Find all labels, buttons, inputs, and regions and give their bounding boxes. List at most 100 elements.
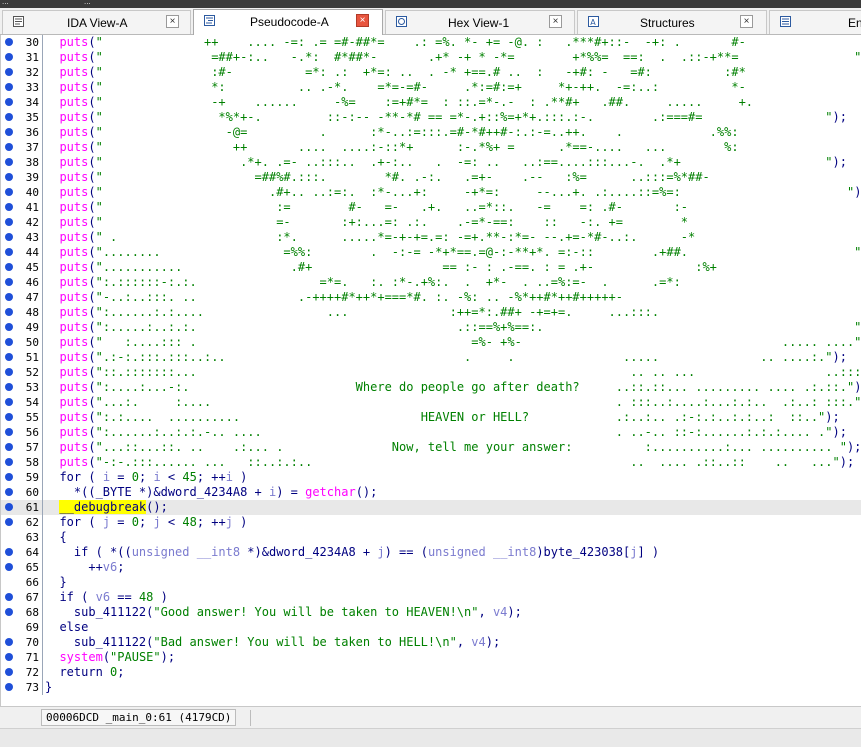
- breakpoint-dot-icon[interactable]: [5, 158, 13, 166]
- breakpoint-dot-icon[interactable]: [5, 548, 13, 556]
- code-line-49[interactable]: 49 puts(":.....:..:.:. .::==%+%==:. ");: [1, 320, 861, 335]
- code-line-72[interactable]: 72 return 0;: [1, 665, 861, 680]
- close-icon[interactable]: ×: [166, 15, 179, 28]
- close-icon[interactable]: ×: [740, 15, 753, 28]
- breakpoint-dot-icon[interactable]: [5, 398, 13, 406]
- code-line-37[interactable]: 37 puts(" ++ .... ....:-::*+ :-.*%+ = .*…: [1, 140, 861, 155]
- code-line-58[interactable]: 58 puts("-:-.:::...... ... ::..:.:.. .. …: [1, 455, 861, 470]
- tab-pseudocode-a[interactable]: Pseudocode-A ×: [193, 9, 383, 35]
- code-line-60[interactable]: 60 *((_BYTE *)&dword_4234A8 + i) = getch…: [1, 485, 861, 500]
- breakpoint-dot-icon[interactable]: [5, 338, 13, 346]
- breakpoint-dot-icon[interactable]: [5, 413, 13, 421]
- code-line-50[interactable]: 50 puts(" :....::: . =%- +%- ..... ...."…: [1, 335, 861, 350]
- code-line-66[interactable]: 66 }: [1, 575, 861, 590]
- code-line-46[interactable]: 46 puts(":.::::::-:.:. =*=. :. :*-.+%:. …: [1, 275, 861, 290]
- code-line-73[interactable]: 73 }: [1, 680, 861, 695]
- code-line-59[interactable]: 59 for ( i = 0; i < 45; ++i ): [1, 470, 861, 485]
- breakpoint-dot-icon[interactable]: [5, 68, 13, 76]
- tab-enums[interactable]: Enu: [769, 10, 861, 34]
- code-line-61[interactable]: 61 __debugbreak();: [1, 500, 861, 515]
- breakpoint-dot-icon[interactable]: [5, 368, 13, 376]
- breakpoint-dot-icon[interactable]: [5, 608, 13, 616]
- code-line-65[interactable]: 65 ++v6;: [1, 560, 861, 575]
- breakpoint-dot-icon[interactable]: [5, 593, 13, 601]
- breakpoint-dot-icon[interactable]: [5, 563, 13, 571]
- breakpoint-dot-icon[interactable]: [5, 683, 13, 691]
- code-line-41[interactable]: 41 puts(" := #- =- .+. ..=*::. -= =: .#-…: [1, 200, 861, 215]
- breakpoint-dot-icon[interactable]: [5, 233, 13, 241]
- code-line-55[interactable]: 55 puts(":.:.... .......... HEAVEN or HE…: [1, 410, 861, 425]
- breakpoint-dot-icon[interactable]: [5, 278, 13, 286]
- breakpoint-dot-icon[interactable]: [5, 428, 13, 436]
- code-line-52[interactable]: 52 puts("::.:::::::... .. .. ... ..::::.…: [1, 365, 861, 380]
- breakpoint-dot-icon[interactable]: [5, 53, 13, 61]
- code-line-67[interactable]: 67 if ( v6 == 48 ): [1, 590, 861, 605]
- code-line-35[interactable]: 35 puts(" *%*+-. ::-:-- -**-*# == =*-.+:…: [1, 110, 861, 125]
- code-line-30[interactable]: 30 puts(" ++ .... -=: .= =#-##*= .: =%. …: [1, 35, 861, 50]
- breakpoint-dot-icon[interactable]: [5, 323, 13, 331]
- code-line-71[interactable]: 71 system("PAUSE");: [1, 650, 861, 665]
- code-line-68[interactable]: 68 sub_411122("Good answer! You will be …: [1, 605, 861, 620]
- breakpoint-dot-icon[interactable]: [5, 98, 13, 106]
- breakpoint-dot-icon[interactable]: [5, 188, 13, 196]
- code-line-42[interactable]: 42 puts(" =- :+:...=: .:. .-=*-==: :: -:…: [1, 215, 861, 230]
- breakpoint-dot-icon[interactable]: [5, 458, 13, 466]
- pseudocode-editor[interactable]: 30 puts(" ++ .... -=: .= =#-##*= .: =%. …: [0, 35, 861, 706]
- close-icon[interactable]: ×: [356, 14, 369, 27]
- breakpoint-dot-icon[interactable]: [5, 128, 13, 136]
- code-line-36[interactable]: 36 puts(" -@= . :*-..:=:::.=#-*#++#-:.:-…: [1, 125, 861, 140]
- code-line-57[interactable]: 57 puts("...::...::. .. .:... . Now, tel…: [1, 440, 861, 455]
- code-line-34[interactable]: 34 puts(" -+ ...... -%= :=+#*= : ::.=*-.…: [1, 95, 861, 110]
- breakpoint-dot-icon[interactable]: [5, 473, 13, 481]
- hex-icon: [395, 15, 408, 28]
- code-line-63[interactable]: 63 {: [1, 530, 861, 545]
- breakpoint-dot-icon[interactable]: [5, 113, 13, 121]
- code-text: puts(" := #- =- .+. ..=*::. -= =: .#- :-…: [59, 200, 861, 214]
- breakpoint-dot-icon[interactable]: [5, 443, 13, 451]
- tab-structures[interactable]: A Structures ×: [577, 10, 767, 34]
- code-line-53[interactable]: 53 puts(":....:...-:. Where do people go…: [1, 380, 861, 395]
- breakpoint-dot-icon[interactable]: [5, 653, 13, 661]
- code-line-31[interactable]: 31 puts(" =##+-:.. -.*: #*##*- .+* -+ * …: [1, 50, 861, 65]
- close-icon[interactable]: ×: [549, 15, 562, 28]
- breakpoint-dot-icon[interactable]: [5, 503, 13, 511]
- breakpoint-dot-icon[interactable]: [5, 518, 13, 526]
- breakpoint-dot-icon[interactable]: [5, 38, 13, 46]
- breakpoint-dot-icon[interactable]: [5, 218, 13, 226]
- tab-hex-view-1[interactable]: Hex View-1 ×: [385, 10, 575, 34]
- code-text: {: [45, 530, 67, 544]
- breakpoint-dot-icon[interactable]: [5, 383, 13, 391]
- breakpoint-dot-icon[interactable]: [5, 638, 13, 646]
- breakpoint-dot-icon[interactable]: [5, 263, 13, 271]
- code-line-45[interactable]: 45 puts("........... .#+ == :- : .-==. :…: [1, 260, 861, 275]
- code-line-69[interactable]: 69 else: [1, 620, 861, 635]
- code-line-38[interactable]: 38 puts(" .*+. .=- ..:::.. .+-:.. . -=: …: [1, 155, 861, 170]
- breakpoint-dot-icon[interactable]: [5, 173, 13, 181]
- code-line-56[interactable]: 56 puts(":......:..:.:.-.. .... . ..-.. …: [1, 425, 861, 440]
- breakpoint-dot-icon[interactable]: [5, 143, 13, 151]
- code-line-39[interactable]: 39 puts(" =##%#.:::. *#. .-:. .=+- .-- :…: [1, 170, 861, 185]
- breakpoint-dot-icon[interactable]: [5, 668, 13, 676]
- code-line-62[interactable]: 62 for ( j = 0; j < 48; ++j ): [1, 515, 861, 530]
- code-line-64[interactable]: 64 if ( *((unsigned __int8 *)&dword_4234…: [1, 545, 861, 560]
- code-line-48[interactable]: 48 puts(":......:.:.... ... :++=*:.##+ -…: [1, 305, 861, 320]
- breakpoint-dot-icon[interactable]: [5, 293, 13, 301]
- breakpoint-dot-icon[interactable]: [5, 488, 13, 496]
- enums-icon: [779, 15, 792, 28]
- breakpoint-dot-icon[interactable]: [5, 353, 13, 361]
- code-line-51[interactable]: 51 puts(".:-:.:::.:::..:.. . . ..... .. …: [1, 350, 861, 365]
- code-line-33[interactable]: 33 puts(" *: .. .-*. =*=-=#- .*:=#:=+ *+…: [1, 80, 861, 95]
- code-line-40[interactable]: 40 puts(" .#+.. ..:=:. :*-...+: -+*=: --…: [1, 185, 861, 200]
- code-line-70[interactable]: 70 sub_411122("Bad answer! You will be t…: [1, 635, 861, 650]
- code-line-43[interactable]: 43 puts(" . :*. .....*=-+-+=.=: -=+.**-:…: [1, 230, 861, 245]
- code-line-54[interactable]: 54 puts("...:. :.... . :::..:....:...:.:…: [1, 395, 861, 410]
- tab-ida-view-a[interactable]: IDA View-A ×: [2, 10, 191, 34]
- breakpoint-dot-icon[interactable]: [5, 248, 13, 256]
- breakpoint-dot-icon[interactable]: [5, 308, 13, 316]
- code-line-44[interactable]: 44 puts("........ =%%: . -:-= -*+*==.=@-…: [1, 245, 861, 260]
- breakpoint-dot-icon[interactable]: [5, 83, 13, 91]
- code-line-47[interactable]: 47 puts("-..:..:::. .. .-++++#*++*+===*#…: [1, 290, 861, 305]
- code-line-32[interactable]: 32 puts(" :#- =*: .: +*=: .. . -* +==.# …: [1, 65, 861, 80]
- breakpoint-dot-icon[interactable]: [5, 203, 13, 211]
- pseudocode-icon: [203, 14, 216, 27]
